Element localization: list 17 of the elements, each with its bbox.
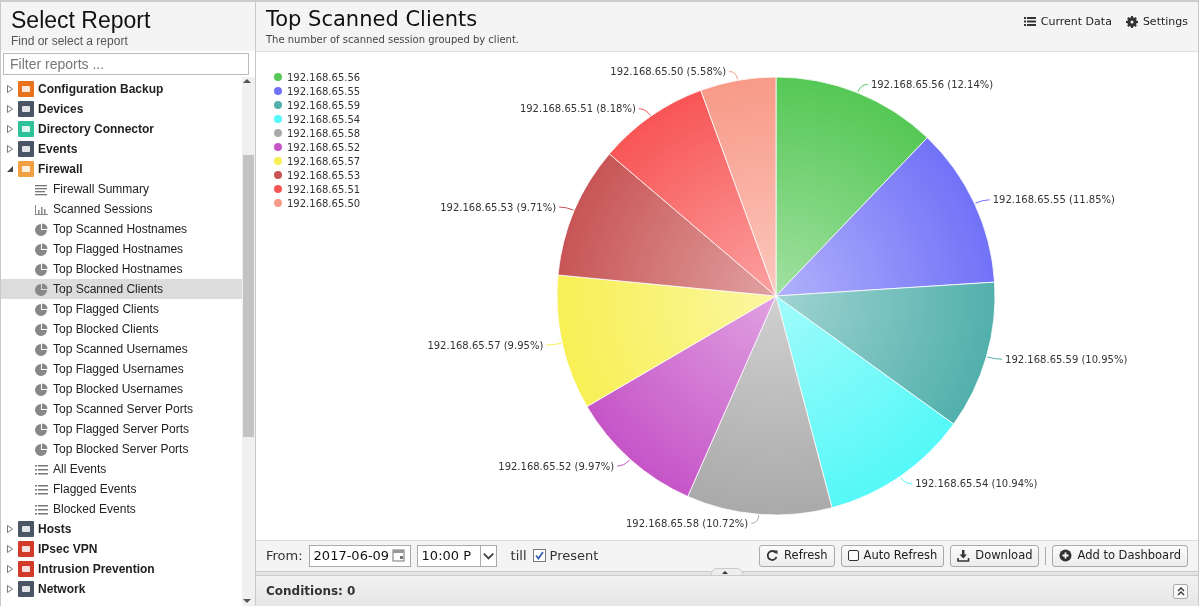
till-label: till [510,547,527,565]
slice-label: 192.168.65.56 (12.14%) [870,78,994,90]
slice-label: 192.168.65.50 (5.58%) [610,66,727,77]
slice-label: 192.168.65.55 (11.85%) [992,194,1115,206]
panel-title: Select Report [11,6,152,34]
from-label: From: [266,547,303,565]
slice-label: 192.168.65.57 (9.95%) [427,339,544,351]
slice-label: 192.168.65.51 (8.18%) [519,103,636,115]
conditions-label: Conditions: 0 [266,583,356,601]
panel-subtitle: Find or select a report [11,34,129,48]
report-subtitle: The number of scanned session grouped by client. [266,33,519,47]
slice-label: 192.168.65.52 (9.97%) [498,460,615,472]
slice-label: 192.168.65.54 (10.94%) [915,478,1038,490]
report-title: Top Scanned Clients [266,6,479,32]
slice-label: 192.168.65.53 (9.71%) [440,201,557,213]
slice-label: 192.168.65.59 (10.95%) [1005,353,1128,365]
slice-label: 192.168.65.58 (10.72%) [625,517,749,529]
